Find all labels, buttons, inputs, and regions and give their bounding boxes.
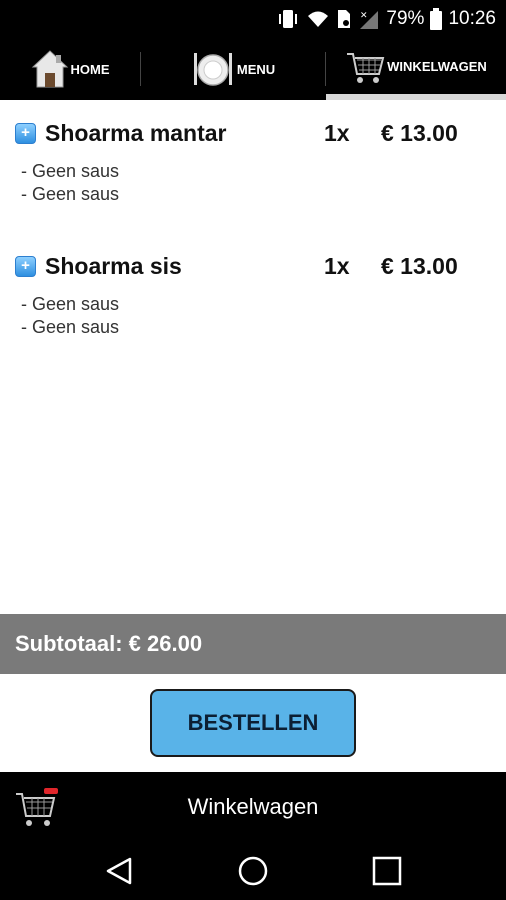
- system-nav-bar: [0, 842, 506, 900]
- item-option: - Geen saus: [21, 294, 120, 314]
- battery-percent: 79%: [386, 8, 425, 29]
- vibrate-icon: [276, 8, 300, 30]
- screen-title: Winkelwagen: [187, 794, 319, 819]
- status-icons: ✕ 79% 10:26: [276, 0, 496, 38]
- item-price: € 13.00: [381, 253, 458, 279]
- item-option: - Geen saus: [21, 317, 120, 337]
- item-option: - Geen saus: [21, 161, 120, 181]
- item-quantity: 1x: [324, 120, 350, 146]
- wifi-icon: [306, 9, 330, 29]
- clock: 10:26: [448, 8, 496, 29]
- item-name: Shoarma sis: [45, 253, 182, 279]
- tab-winkelwagen-label: WINKELWAGEN: [387, 58, 487, 74]
- subtotal-text: Subtotaal: € 26.00: [15, 631, 203, 656]
- tab-home[interactable]: HOME: [0, 38, 140, 100]
- shopping-cart-icon: [345, 46, 385, 86]
- back-icon[interactable]: [104, 856, 134, 891]
- item-name: Shoarma mantar: [45, 120, 227, 146]
- plate-cutlery-icon: [191, 49, 235, 89]
- subtotal-bar: Subtotaal: € 26.00: [0, 614, 506, 674]
- order-button[interactable]: BESTELLEN: [150, 689, 356, 757]
- recents-icon[interactable]: [372, 856, 402, 891]
- item-price: € 13.00: [381, 120, 458, 146]
- tab-menu-label: MENU: [236, 61, 276, 77]
- home-circle-icon[interactable]: [237, 856, 269, 891]
- signal-icon: ✕: [358, 9, 380, 29]
- item-quantity: 1x: [324, 253, 350, 279]
- battery-icon: [430, 8, 443, 30]
- status-bar: ✕ 79% 10:26: [0, 0, 506, 38]
- tab-menu[interactable]: MENU: [141, 38, 325, 100]
- bottom-bar: Winkelwagen: [0, 772, 506, 842]
- tab-home-label: HOME: [70, 61, 110, 77]
- add-option-icon[interactable]: +: [15, 256, 36, 277]
- tab-bar: HOME MENU WINKELWAGEN: [0, 38, 506, 100]
- home-icon: [31, 49, 69, 89]
- add-option-icon[interactable]: +: [15, 123, 36, 144]
- sim-nfc-icon: [336, 8, 352, 30]
- item-option: - Geen saus: [21, 184, 120, 204]
- svg-text:✕: ✕: [360, 11, 368, 21]
- tab-winkelwagen[interactable]: WINKELWAGEN: [326, 38, 506, 100]
